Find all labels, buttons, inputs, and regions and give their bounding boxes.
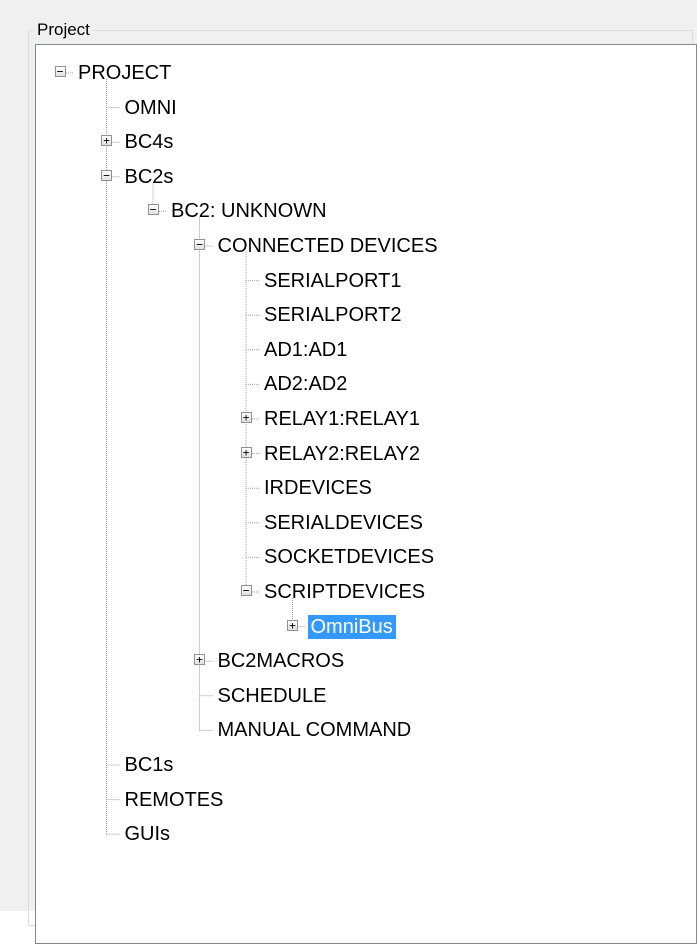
expand-icon[interactable]: + xyxy=(194,654,205,666)
tree-node-label: PROJECT xyxy=(78,62,172,84)
tree-node-label: REMOTES xyxy=(124,788,224,811)
tree-node-serialport2[interactable]: SERIALPORT2 xyxy=(36,300,676,330)
tree-node-relay2-relay2[interactable]: + RELAY2:RELAY2 xyxy=(36,439,676,469)
tree-node-label: MANUAL COMMAND xyxy=(217,719,412,742)
expand-icon[interactable]: + xyxy=(240,446,252,458)
tree-node-connected-devices[interactable]: − CONNECTED DEVICES xyxy=(36,231,676,261)
tree-node-label: SCHEDULE xyxy=(217,684,327,707)
expand-icon[interactable]: + xyxy=(240,412,252,423)
tree-node-serialdevices[interactable]: SERIALDEVICES xyxy=(36,508,676,538)
collapse-icon[interactable]: − xyxy=(240,585,252,596)
tree-node-ad2-ad2[interactable]: AD2:AD2 xyxy=(36,369,676,399)
tree-node-ad1-ad1[interactable]: AD1:AD1 xyxy=(36,335,676,365)
tree-node-label: SERIALDEVICES xyxy=(264,511,423,534)
tree-node-relay1-relay1[interactable]: + RELAY1:RELAY1 xyxy=(36,404,676,434)
tree-node-guis[interactable]: GUIs xyxy=(36,819,676,849)
tree-node-label: BC1s xyxy=(124,754,174,776)
tree-node-schedule[interactable]: SCHEDULE xyxy=(36,681,676,711)
tree-node-label: SOCKETDEVICES xyxy=(264,546,435,569)
tree-node-label: RELAY2:RELAY2 xyxy=(264,442,421,465)
tree-node-label: GUIs xyxy=(124,823,171,846)
collapse-icon[interactable]: − xyxy=(101,169,112,181)
tree-node-label: BC2MACROS xyxy=(217,650,345,673)
collapse-icon[interactable]: − xyxy=(54,66,66,77)
tree-node-label: SERIALPORT2 xyxy=(264,304,402,327)
tree-node-bc4s[interactable]: + BC4s xyxy=(36,127,676,157)
tree-node-label: BC2s xyxy=(124,165,174,188)
tree-node-label: SCRIPTDEVICES xyxy=(264,581,426,603)
tree-node-bc2-unknown[interactable]: − BC2: UNKNOWN xyxy=(36,196,676,226)
tree-node-omnibus[interactable]: + OmniBus xyxy=(36,612,676,642)
tree-node-omni[interactable]: OMNI xyxy=(36,93,676,123)
tree-node-bc2macros[interactable]: + BC2MACROS xyxy=(36,646,676,676)
tree-node-scriptdevices[interactable]: − SCRIPTDEVICES xyxy=(36,577,676,607)
tree-node-label: OMNI xyxy=(124,96,177,119)
tree-node-remotes[interactable]: REMOTES xyxy=(36,785,676,815)
tree-node-label: AD1:AD1 xyxy=(264,338,348,361)
tree-node-socketdevices[interactable]: SOCKETDEVICES xyxy=(36,542,676,572)
project-panel: Project − PROJECT OMNI + BC4s − BC2s − BC2: UNKN… xyxy=(0,0,697,944)
groupbox-title: Project xyxy=(34,19,93,41)
tree-node-label: BC2: UNKNOWN xyxy=(171,200,327,223)
tree-node-project[interactable]: − PROJECT xyxy=(36,58,676,88)
tree-node-bc1s[interactable]: BC1s xyxy=(36,750,676,780)
collapse-icon[interactable]: − xyxy=(147,204,159,216)
collapse-icon[interactable]: − xyxy=(194,239,205,250)
tree-node-label: OmniBus xyxy=(307,614,396,639)
tree-node-label: SERIALPORT1 xyxy=(264,269,402,292)
tree-node-label: AD2:AD2 xyxy=(264,373,348,396)
tree-node-label: IRDEVICES xyxy=(264,477,372,500)
project-tree-view[interactable]: − PROJECT OMNI + BC4s − BC2s − BC2: UNKNOWN − CONN… xyxy=(35,44,697,944)
tree-node-manual-command[interactable]: MANUAL COMMAND xyxy=(36,715,676,745)
expand-icon[interactable]: + xyxy=(101,135,112,147)
tree-node-bc2s[interactable]: − BC2s xyxy=(36,162,676,192)
tree-node-irdevices[interactable]: IRDEVICES xyxy=(36,473,676,503)
tree-node-label: CONNECTED DEVICES xyxy=(217,235,438,257)
tree-node-label: RELAY1:RELAY1 xyxy=(264,408,421,430)
tree-node-label: BC4s xyxy=(124,131,174,154)
tree-node-serialport1[interactable]: SERIALPORT1 xyxy=(36,266,676,296)
expand-icon[interactable]: + xyxy=(287,619,298,631)
